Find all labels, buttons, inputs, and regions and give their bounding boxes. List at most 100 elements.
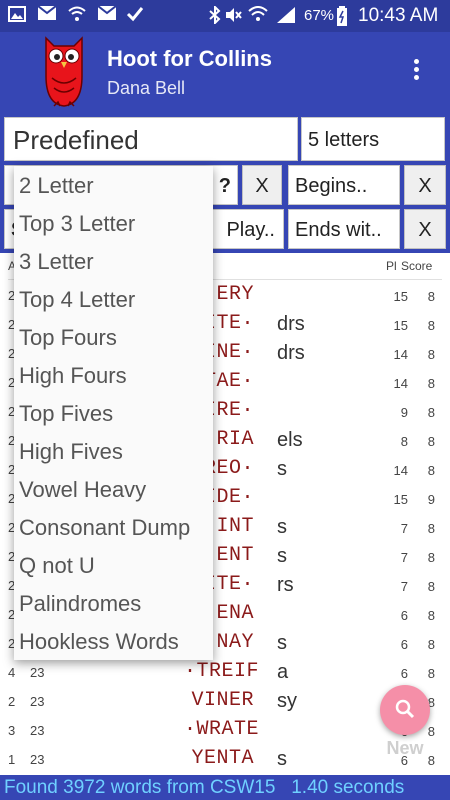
anagram-cell: 23: [30, 752, 45, 767]
begins-field[interactable]: Begins..: [288, 165, 400, 205]
score-cell: 8: [427, 579, 435, 594]
score-cell: 8: [427, 376, 435, 391]
alpha-cell: 1: [8, 752, 16, 767]
length-field[interactable]: 5 letters: [301, 117, 445, 161]
hooks-cell: drs: [277, 342, 305, 364]
score-cell: 8: [427, 608, 435, 623]
pl-cell: 7: [400, 550, 408, 565]
search-icon: [395, 699, 415, 719]
battery-percent: 67%: [304, 7, 335, 24]
hooks-cell: sy: [277, 690, 297, 712]
dropdown-item[interactable]: Top Fives: [19, 395, 213, 433]
hooks-cell: s: [277, 516, 287, 538]
check-icon: [126, 6, 144, 24]
pl-cell: 14: [393, 347, 408, 362]
pl-cell: 15: [393, 289, 408, 304]
pl-cell: 14: [393, 376, 408, 391]
anagram-cell: 23: [30, 665, 45, 680]
score-cell: 8: [427, 666, 435, 681]
pl-cell: 6: [400, 637, 408, 652]
header-pl[interactable]: Pl: [386, 259, 397, 273]
score-cell: 8: [427, 637, 435, 652]
list-type-dropdown: 2 Letter Top 3 Letter 3 Letter Top 4 Letter…: [14, 166, 213, 660]
hooks-cell: s: [277, 748, 287, 770]
dropdown-item[interactable]: Top Fours: [19, 319, 213, 357]
owl-logo-icon: [42, 36, 86, 108]
mail-icon: [97, 5, 117, 24]
pl-cell: 15: [393, 492, 408, 507]
pl-cell: 7: [400, 521, 408, 536]
score-cell: 9: [427, 492, 435, 507]
wifi-icon: [68, 6, 86, 24]
hooks-cell: a: [277, 661, 289, 683]
word-cell: ·WRATE: [184, 718, 260, 741]
header-score[interactable]: Score: [401, 259, 432, 273]
hooks-cell: rs: [277, 574, 294, 596]
hooks-cell: s: [277, 458, 287, 480]
hooks-cell: s: [277, 632, 287, 654]
dropdown-item[interactable]: Top 4 Letter: [19, 281, 213, 319]
table-row[interactable]: 1 23 YENTA s 6 8: [8, 745, 442, 774]
alpha-cell: 4: [8, 665, 16, 680]
hooks-cell: drs: [277, 313, 305, 335]
dropdown-item[interactable]: Consonant Dump: [19, 509, 213, 547]
footer-text: Found 3972 words from CSW15 1.40 seconds: [4, 777, 405, 798]
mute-icon: [224, 6, 242, 24]
score-cell: 8: [427, 550, 435, 565]
app-bar: Hoot for Collins Dana Bell: [0, 32, 450, 113]
table-row[interactable]: 223VINERsy68: [8, 687, 442, 716]
dropdown-item[interactable]: High Fours: [19, 357, 213, 395]
overflow-menu-icon[interactable]: [404, 56, 428, 88]
table-row[interactable]: 323·WRATE68: [8, 716, 442, 745]
dropdown-item[interactable]: Top 3 Letter: [19, 205, 213, 243]
bluetooth-icon: [206, 4, 224, 26]
status-time: 10:43 AM: [358, 5, 439, 26]
wifi-icon: [248, 6, 268, 24]
dropdown-item[interactable]: Palindromes: [19, 585, 213, 623]
mail-icon: [37, 5, 57, 24]
hooks-cell: s: [277, 545, 287, 567]
anagram-cell: 23: [30, 694, 45, 709]
word-cell: ·TREIF: [184, 660, 260, 683]
alpha-cell: 3: [8, 723, 16, 738]
pl-cell: 9: [400, 405, 408, 420]
pl-cell: 15: [393, 318, 408, 333]
app-subtitle: Dana Bell: [107, 78, 186, 98]
dropdown-item[interactable]: Q not U: [19, 547, 213, 585]
anagram-cell: 23: [30, 723, 45, 738]
pl-cell: 8: [400, 434, 408, 449]
battery-icon: [336, 6, 348, 26]
word-cell: VINER: [191, 689, 254, 712]
ends-field[interactable]: Ends wit..: [288, 209, 400, 249]
score-cell: 8: [427, 347, 435, 362]
score-cell: 8: [427, 289, 435, 304]
pl-cell: 6: [400, 608, 408, 623]
new-search-button[interactable]: [380, 685, 430, 735]
status-bar: 67% 10:43 AM: [0, 0, 450, 32]
new-label: New: [386, 738, 424, 758]
pl-cell: 6: [400, 666, 408, 681]
clear-begins-button[interactable]: X: [404, 165, 446, 205]
score-cell: 8: [427, 521, 435, 536]
score-cell: 8: [427, 434, 435, 449]
score-cell: 8: [427, 463, 435, 478]
pl-cell: 14: [393, 463, 408, 478]
dropdown-item[interactable]: Vowel Heavy: [19, 471, 213, 509]
score-cell: 8: [427, 405, 435, 420]
clear-ends-button[interactable]: X: [404, 209, 446, 249]
dropdown-item[interactable]: High Fives: [19, 433, 213, 471]
pl-cell: 7: [400, 579, 408, 594]
alpha-cell: 2: [8, 694, 16, 709]
table-row[interactable]: 4 23 ·TREIF a 6 8: [8, 658, 442, 687]
hooks-cell: els: [277, 429, 303, 451]
status-footer: Found 3972 words from CSW15 1.40 seconds: [0, 775, 450, 800]
dropdown-item[interactable]: Hookless Words: [19, 623, 213, 661]
app-title: Hoot for Collins: [107, 46, 272, 71]
image-icon: [8, 6, 26, 24]
dropdown-item[interactable]: 3 Letter: [19, 243, 213, 281]
list-type-select[interactable]: Predefined: [4, 117, 298, 161]
score-cell: 8: [427, 318, 435, 333]
dropdown-item[interactable]: 2 Letter: [19, 167, 213, 205]
signal-icon: [276, 6, 295, 24]
clear-pattern-button[interactable]: X: [242, 165, 282, 205]
